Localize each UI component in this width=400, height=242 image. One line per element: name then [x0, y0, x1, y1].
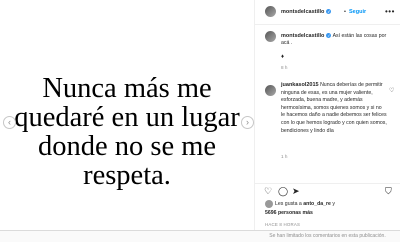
more-options-icon[interactable]: •••: [385, 7, 395, 16]
commenter-avatar[interactable]: [265, 85, 276, 96]
post-timestamp[interactable]: HACE 8 HORAS: [265, 222, 300, 227]
comment-text: juankasol2015 Nunca deberías de permitir…: [281, 82, 387, 135]
liker-avatar[interactable]: [265, 200, 273, 208]
verified-badge-icon: ✓: [326, 33, 332, 39]
share-icon[interactable]: ➤: [292, 186, 300, 196]
previous-post-arrow-icon[interactable]: ‹: [3, 116, 16, 129]
follow-button[interactable]: Seguir: [349, 9, 366, 15]
diamond-icon: ♦: [281, 54, 285, 60]
next-post-arrow-icon[interactable]: ›: [241, 116, 254, 129]
post-image[interactable]: Nunca más me quedaré en un lugar donde n…: [0, 0, 255, 230]
liked-by-user[interactable]: anto_da_re: [303, 201, 331, 207]
liked-by-prefix: Les gusta a: [275, 201, 304, 207]
caption-avatar[interactable]: [265, 31, 276, 42]
liked-by-text: Les gusta a anto_da_re y: [275, 201, 335, 207]
author-avatar[interactable]: [265, 6, 276, 17]
action-bar: ♡ ◯ ➤ ⛉: [255, 183, 400, 200]
like-icon[interactable]: ♡: [264, 186, 272, 196]
header-separator: •: [344, 9, 346, 15]
post-quote-text: Nunca más me quedaré en un lugar donde n…: [14, 73, 240, 191]
liked-by-and: y: [330, 201, 335, 207]
save-icon[interactable]: ⛉: [385, 186, 392, 196]
caption-username[interactable]: montsdelcastillo: [281, 33, 324, 39]
author-username[interactable]: montsdelcastillo ✓: [281, 9, 332, 15]
post-header: montsdelcastillo ✓ • Seguir •••: [255, 0, 400, 25]
verified-badge-icon: ✓: [326, 9, 332, 15]
comments-section: montsdelcastillo ✓ Así están las cosas po…: [255, 25, 400, 181]
comments-limited-notice: Se han limitado los comentarios en esta …: [269, 233, 386, 239]
comment-icon[interactable]: ◯: [278, 186, 288, 196]
likes-count[interactable]: 5696 personas más: [265, 210, 313, 216]
instagram-post: Nunca más me quedaré en un lugar donde n…: [0, 0, 400, 231]
caption-time[interactable]: 8 h: [281, 65, 287, 70]
comment-body: Nunca deberías de permitir ninguna de es…: [281, 82, 387, 134]
post-sidebar: montsdelcastillo ✓ • Seguir ••• montsdelc…: [255, 0, 400, 230]
commenter-username[interactable]: juankasol2015: [281, 82, 319, 88]
comment-time[interactable]: 1 h: [281, 154, 287, 159]
comment-like-icon[interactable]: ♡: [389, 87, 394, 94]
caption-text: montsdelcastillo ✓ Así están las cosas po…: [281, 33, 393, 47]
